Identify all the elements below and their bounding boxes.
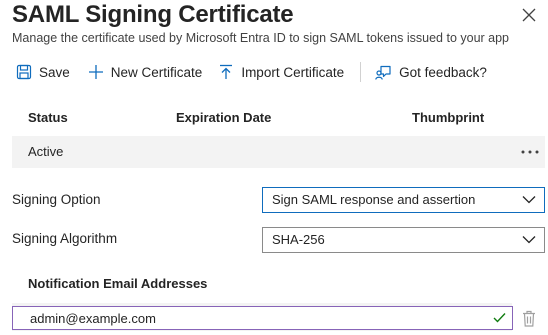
import-certificate-button[interactable]: Import Certificate [214, 56, 352, 88]
upload-icon [220, 64, 233, 79]
chevron-down-icon [522, 196, 536, 204]
table-row[interactable]: Active [12, 136, 545, 168]
save-button[interactable]: Save [12, 56, 78, 88]
signing-algorithm-label: Signing Algorithm [12, 231, 118, 246]
checkmark-icon [493, 313, 506, 323]
chevron-down-icon [522, 236, 536, 244]
save-label: Save [39, 64, 70, 80]
more-icon [521, 150, 539, 154]
column-header-expiration-date: Expiration Date [176, 110, 272, 125]
signing-option-label: Signing Option [12, 192, 101, 207]
feedback-button[interactable]: Got feedback? [371, 56, 495, 88]
feedback-icon [375, 65, 391, 80]
close-button[interactable] [518, 4, 540, 26]
status-cell: Active [28, 144, 64, 159]
new-certificate-button[interactable]: New Certificate [84, 56, 211, 88]
toolbar-divider [360, 62, 362, 82]
column-header-thumbprint: Thumbprint [412, 110, 485, 125]
email-field[interactable]: admin@example.com [12, 306, 513, 330]
signing-option-select[interactable]: Sign SAML response and assertion [262, 187, 545, 213]
email-value: admin@example.com [30, 311, 156, 326]
signing-algorithm-value: SHA-256 [272, 232, 325, 247]
plus-icon [88, 65, 103, 79]
signing-algorithm-select[interactable]: SHA-256 [262, 227, 545, 253]
certificate-table-header: Status Expiration Date Thumbprint [12, 103, 545, 133]
row-more-button[interactable] [520, 142, 540, 162]
signing-option-value: Sign SAML response and assertion [272, 192, 476, 207]
delete-email-button[interactable] [520, 308, 538, 328]
notification-email-label: Notification Email Addresses [28, 276, 208, 291]
new-certificate-label: New Certificate [110, 64, 203, 80]
page-title: SAML Signing Certificate [12, 1, 294, 28]
trash-icon [523, 310, 535, 327]
close-icon [522, 8, 536, 22]
column-header-status: Status [28, 110, 68, 125]
save-icon [16, 64, 32, 80]
page-subtitle: Manage the certificate used by Microsoft… [12, 31, 510, 45]
import-certificate-label: Import Certificate [241, 64, 345, 80]
feedback-label: Got feedback? [399, 64, 487, 80]
command-bar: Save New Certificate Import Certificate … [12, 56, 495, 88]
